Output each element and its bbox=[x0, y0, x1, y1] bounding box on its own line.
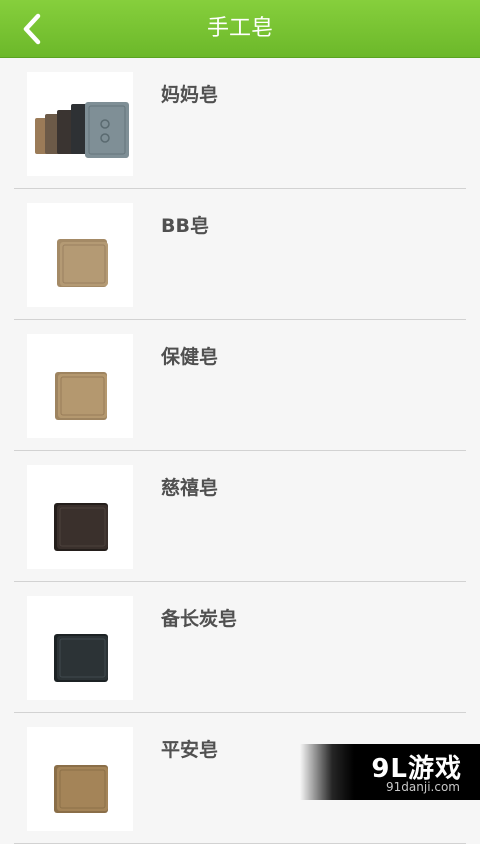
item-name: 备长炭皂 bbox=[161, 604, 237, 631]
product-image bbox=[27, 465, 133, 569]
list-item[interactable]: BB皂 bbox=[0, 189, 480, 320]
soap-bar-image bbox=[27, 596, 133, 700]
watermark: 9L游戏 91danji.com bbox=[300, 744, 480, 800]
product-image bbox=[27, 596, 133, 700]
soap-bar-image bbox=[27, 727, 133, 831]
soap-bar-image bbox=[27, 203, 133, 307]
top-bar: 手工皂 bbox=[0, 0, 480, 58]
list-item[interactable]: 慈禧皂 bbox=[0, 451, 480, 582]
soap-bar-image bbox=[27, 334, 133, 438]
item-name: 平安皂 bbox=[161, 735, 218, 762]
page-title: 手工皂 bbox=[0, 0, 480, 58]
product-image bbox=[27, 72, 133, 176]
product-image bbox=[27, 334, 133, 438]
list-item[interactable]: 备长炭皂 bbox=[0, 582, 480, 713]
item-name: BB皂 bbox=[161, 211, 209, 238]
soap-bar-image bbox=[27, 465, 133, 569]
soap-list: 妈妈皂 BB皂 保健皂 慈禧 bbox=[0, 58, 480, 844]
watermark-url: 91danji.com bbox=[386, 780, 460, 794]
soap-stack-image bbox=[27, 72, 133, 176]
product-image bbox=[27, 203, 133, 307]
product-image bbox=[27, 727, 133, 831]
item-name: 妈妈皂 bbox=[161, 80, 218, 107]
item-name: 慈禧皂 bbox=[161, 473, 218, 500]
list-item[interactable]: 妈妈皂 bbox=[0, 58, 480, 189]
item-name: 保健皂 bbox=[161, 342, 218, 369]
list-item[interactable]: 保健皂 bbox=[0, 320, 480, 451]
